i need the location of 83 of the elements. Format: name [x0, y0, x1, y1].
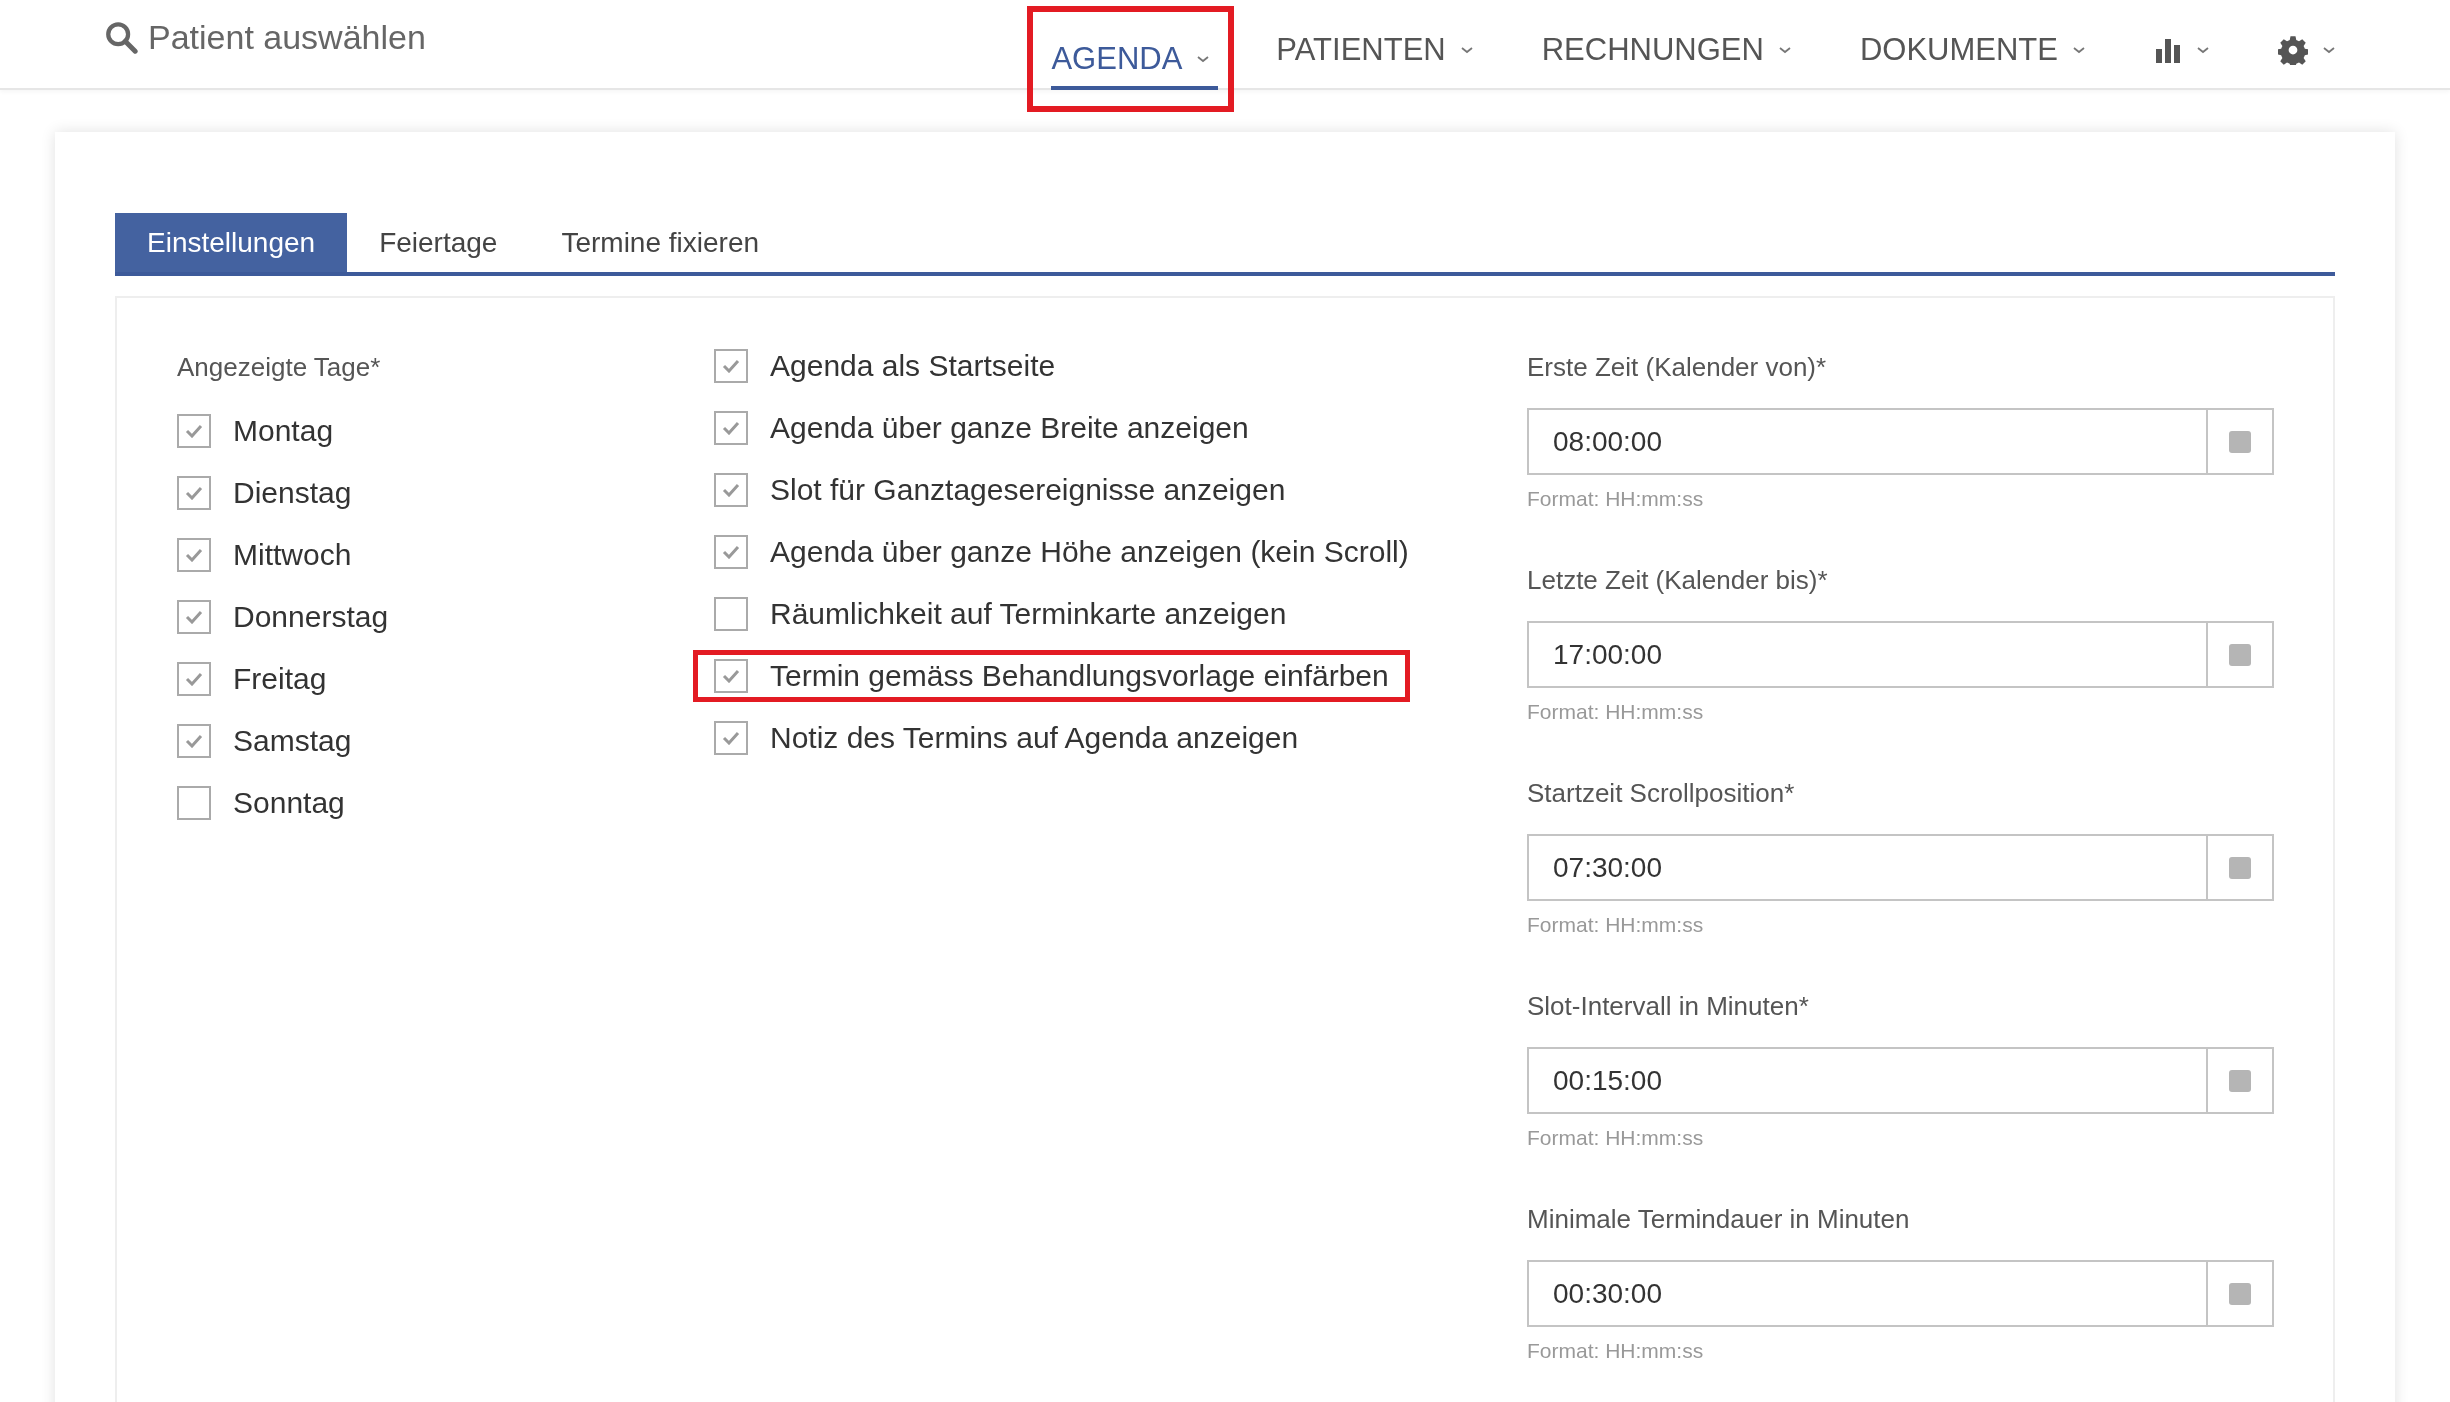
chevron-down-icon — [1459, 45, 1474, 55]
checkbox-label: Donnerstag — [233, 600, 389, 634]
format-hint: Format: HH:mm:ss — [1527, 913, 1705, 937]
checkbox-label: Agenda als Startseite — [770, 349, 1056, 383]
chevron-down-icon — [1196, 54, 1211, 64]
checkbox[interactable] — [177, 414, 211, 448]
check-icon — [185, 424, 203, 438]
checkbox[interactable] — [714, 411, 748, 445]
field-label: Minimale Termindauer in Minuten — [1527, 1204, 1911, 1236]
checkbox-label: Sonntag — [233, 786, 345, 820]
checkbox[interactable] — [714, 535, 748, 569]
checkbox[interactable] — [177, 662, 211, 696]
tab[interactable]: Einstellungen — [115, 213, 348, 272]
checkbox[interactable] — [714, 597, 748, 631]
time-field[interactable]: 08:00:00 — [1527, 408, 2206, 475]
chevron-down-icon — [1777, 45, 1792, 55]
field-label: Letzte Zeit (Kalender bis)* — [1527, 565, 1829, 597]
picker-button[interactable] — [2206, 834, 2274, 901]
picker-button[interactable] — [2206, 408, 2274, 475]
checkbox-label: Dienstag — [233, 476, 352, 510]
checkbox-label: Freitag — [233, 662, 327, 696]
checkbox-label: Mittwoch — [233, 538, 352, 572]
chevron-down-icon — [2322, 45, 2336, 55]
checkbox[interactable] — [714, 659, 748, 693]
check-icon — [185, 610, 203, 624]
nav-menu[interactable]: DOKUMENTE — [1833, 6, 2112, 112]
field-label: Angezeigte Tage* — [177, 352, 382, 384]
square-icon — [2229, 856, 2251, 879]
search-icon — [104, 20, 138, 54]
tab[interactable]: Termine fixieren — [529, 213, 792, 272]
square-icon — [2229, 430, 2251, 453]
check-icon — [185, 672, 203, 686]
check-icon — [722, 731, 740, 745]
checkbox-label: Räumlichkeit auf Terminkarte anzeigen — [770, 597, 1287, 631]
search-field[interactable]: Patient auswählen — [146, 16, 570, 58]
time-field[interactable]: 17:00:00 — [1527, 621, 2206, 688]
chevron-down-icon — [2196, 45, 2210, 55]
checkbox[interactable] — [177, 600, 211, 634]
field-label: Slot-Intervall in Minuten* — [1527, 991, 1810, 1023]
check-icon — [722, 421, 740, 435]
nav-menu[interactable]: AGENDA — [1027, 6, 1235, 112]
checkbox[interactable] — [177, 538, 211, 572]
format-hint: Format: HH:mm:ss — [1527, 487, 1705, 511]
format-hint: Format: HH:mm:ss — [1527, 700, 1705, 724]
checkbox[interactable] — [177, 786, 211, 820]
field-label: Erste Zeit (Kalender von)* — [1527, 352, 1828, 384]
square-icon — [2229, 643, 2251, 666]
checkbox-label: Termin gemäss Behandlungsvorlage einfärben — [770, 659, 1389, 693]
check-icon — [722, 545, 740, 559]
time-field[interactable]: 00:15:00 — [1527, 1047, 2206, 1114]
checkbox-label: Agenda über ganze Höhe anzeigen (kein Scroll) — [770, 535, 1409, 569]
time-field[interactable]: 00:30:00 — [1527, 1260, 2206, 1327]
check-icon — [722, 359, 740, 373]
check-icon — [185, 548, 203, 562]
square-icon — [2229, 1069, 2251, 1092]
checkbox-label: Slot für Ganztagesereignisse anzeigen — [770, 473, 1286, 507]
checkbox-label: Samstag — [233, 724, 352, 758]
field-label: Startzeit Scrollposition* — [1527, 778, 1796, 810]
picker-button[interactable] — [2206, 1260, 2274, 1327]
check-icon — [185, 734, 203, 748]
nav-menu[interactable]: PATIENTEN — [1250, 6, 1500, 112]
checkbox-label: Notiz des Termins auf Agenda anzeigen — [770, 721, 1299, 755]
checkbox[interactable] — [714, 721, 748, 755]
square-icon — [2229, 1282, 2251, 1305]
format-hint: Format: HH:mm:ss — [1527, 1126, 1705, 1150]
tab[interactable]: Feiertage — [347, 213, 530, 272]
check-icon — [185, 486, 203, 500]
time-field[interactable]: 07:30:00 — [1527, 834, 2206, 901]
checkbox-label: Agenda über ganze Breite anzeigen — [770, 411, 1249, 445]
check-icon — [722, 669, 740, 683]
checkbox-label: Montag — [233, 414, 334, 448]
bar-chart-icon — [2154, 37, 2182, 63]
picker-button[interactable] — [2206, 621, 2274, 688]
checkbox[interactable] — [714, 473, 748, 507]
chevron-down-icon — [2072, 45, 2086, 55]
picker-button[interactable] — [2206, 1047, 2274, 1114]
format-hint: Format: HH:mm:ss — [1527, 1339, 1705, 1363]
nav-menu[interactable]: RECHNUNGEN — [1515, 6, 1818, 112]
check-icon — [722, 483, 740, 497]
gear-icon — [2278, 35, 2308, 65]
checkbox[interactable] — [714, 349, 748, 383]
checkbox[interactable] — [177, 476, 211, 510]
checkbox[interactable] — [177, 724, 211, 758]
